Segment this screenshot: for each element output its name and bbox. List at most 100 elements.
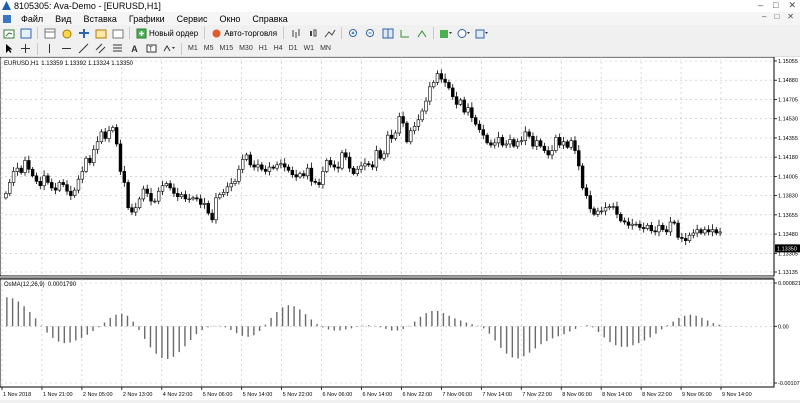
- candle-body: [198, 198, 203, 205]
- time-tick-label: 9 Nov 14:00: [722, 392, 752, 398]
- candle-body: [218, 194, 222, 199]
- chart-window[interactable]: 1.15055 1.14880 1.14705 1.14530 1.14355 1.141…: [0, 56, 800, 400]
- data-window-icon[interactable]: [60, 27, 73, 40]
- time-tick-label: 1 Nov 2018: [3, 392, 31, 398]
- candle-body: [65, 184, 69, 192]
- market-watch-icon[interactable]: [43, 27, 56, 40]
- candle-body: [267, 166, 272, 172]
- candle-body: [569, 140, 573, 148]
- indicator-pane[interactable]: [0, 278, 775, 388]
- candle-body: [642, 227, 646, 229]
- candle-body: [19, 167, 23, 173]
- terminal-icon[interactable]: [94, 27, 107, 40]
- autotrading-button[interactable]: Авто-торговля: [208, 28, 280, 39]
- cursor-icon[interactable]: [2, 42, 15, 55]
- menu-file[interactable]: Файл: [15, 14, 49, 24]
- timeframe-d1[interactable]: D1: [286, 45, 301, 52]
- trendline-icon[interactable]: [77, 42, 90, 55]
- candle-body: [53, 187, 58, 191]
- candle-body: [508, 139, 512, 145]
- line-chart-icon[interactable]: [323, 27, 336, 40]
- menu-tools[interactable]: Сервис: [171, 14, 214, 24]
- profiles-icon[interactable]: [19, 27, 32, 40]
- candle-body: [286, 166, 291, 171]
- candle-body: [23, 160, 27, 173]
- candle-body: [15, 167, 20, 172]
- menu-window[interactable]: Окно: [214, 14, 247, 24]
- price-pane[interactable]: [0, 56, 775, 277]
- chart-canvas[interactable]: 1.15055 1.14880 1.14705 1.14530 1.14355 1.141…: [0, 56, 800, 400]
- indicators-icon[interactable]: [439, 27, 453, 40]
- timeframe-m5[interactable]: M5: [201, 45, 217, 52]
- candle-body: [11, 171, 16, 183]
- timeframe-h1[interactable]: H1: [256, 45, 271, 52]
- candle-body: [92, 149, 96, 163]
- candle-body: [290, 170, 295, 176]
- bar-chart-icon[interactable]: [289, 27, 302, 40]
- mdi-minimize-button[interactable]: –: [762, 12, 766, 21]
- timeframe-w1[interactable]: W1: [301, 45, 318, 52]
- candle-body: [435, 73, 440, 83]
- menu-insert[interactable]: Вставка: [77, 14, 122, 24]
- navigator-icon[interactable]: [77, 27, 90, 40]
- window-title: 8105305: Ava-Demo - [EURUSD,H1]: [14, 1, 161, 11]
- menu-view[interactable]: Вид: [49, 14, 77, 24]
- candle-body: [160, 185, 165, 192]
- timeframe-h4[interactable]: H4: [271, 45, 286, 52]
- tile-windows-icon[interactable]: [381, 27, 394, 40]
- candle-body: [370, 164, 375, 168]
- candle-body: [588, 195, 592, 210]
- time-tick-label: 7 Nov 14:00: [482, 392, 512, 398]
- new-order-button[interactable]: Новый ордер: [133, 28, 201, 39]
- auto-scroll-icon[interactable]: [415, 27, 428, 40]
- candle-body: [317, 182, 321, 185]
- drawing-toolbar: A T M1 M5 M15 M30 H1 H4 D1 W1 MN: [0, 41, 800, 57]
- fibonacci-icon[interactable]: [111, 42, 124, 55]
- candle-body: [271, 166, 275, 169]
- timeframe-mn[interactable]: MN: [317, 45, 334, 52]
- channel-icon[interactable]: [94, 42, 107, 55]
- candle-body: [439, 73, 443, 80]
- templates-icon[interactable]: [475, 27, 489, 40]
- time-tick-label: 4 Nov 22:00: [163, 392, 193, 398]
- menu-help[interactable]: Справка: [246, 14, 293, 24]
- periods-icon[interactable]: [457, 27, 471, 40]
- candle-body: [485, 134, 489, 144]
- candle-body: [240, 159, 245, 170]
- tester-icon[interactable]: [111, 27, 124, 40]
- new-chart-icon[interactable]: [2, 27, 15, 40]
- chart-shift-icon[interactable]: [398, 27, 411, 40]
- arrows-icon[interactable]: [162, 42, 176, 55]
- timeframe-m30[interactable]: M30: [236, 45, 256, 52]
- candle-body: [386, 134, 390, 155]
- maximize-button[interactable]: □: [773, 0, 778, 11]
- zoom-in-icon[interactable]: [347, 27, 360, 40]
- mdi-restore-button[interactable]: □: [774, 12, 779, 21]
- new-order-label: Новый ордер: [149, 28, 199, 38]
- timeframe-m15[interactable]: M15: [216, 45, 236, 52]
- candle-body: [538, 140, 543, 147]
- menu-charts[interactable]: Графики: [123, 14, 171, 24]
- candle-body: [710, 229, 715, 233]
- zoom-out-icon[interactable]: [364, 27, 377, 40]
- horizontal-line-icon[interactable]: [60, 42, 73, 55]
- candle-body: [107, 130, 111, 139]
- candle-body: [481, 129, 486, 136]
- candlestick-icon[interactable]: [306, 27, 319, 40]
- minimize-button[interactable]: –: [758, 0, 763, 11]
- vertical-line-icon[interactable]: [43, 42, 56, 55]
- crosshair-icon[interactable]: [19, 42, 32, 55]
- time-tick-label: 6 Nov 06:00: [323, 392, 353, 398]
- candle-body: [252, 164, 256, 168]
- candle-body: [34, 175, 39, 182]
- text-label-icon[interactable]: T: [145, 42, 158, 55]
- candle-body: [420, 110, 424, 121]
- time-tick-label: 9 Nov 06:00: [682, 392, 712, 398]
- time-tick-label: 6 Nov 14:00: [363, 392, 393, 398]
- close-button[interactable]: ✕: [788, 0, 796, 11]
- time-tick-label: 8 Nov 14:00: [602, 392, 632, 398]
- text-icon[interactable]: A: [128, 42, 141, 55]
- mdi-close-button[interactable]: ✕: [787, 12, 794, 21]
- chart-window-icon[interactable]: [3, 14, 11, 23]
- timeframe-m1[interactable]: M1: [185, 45, 201, 52]
